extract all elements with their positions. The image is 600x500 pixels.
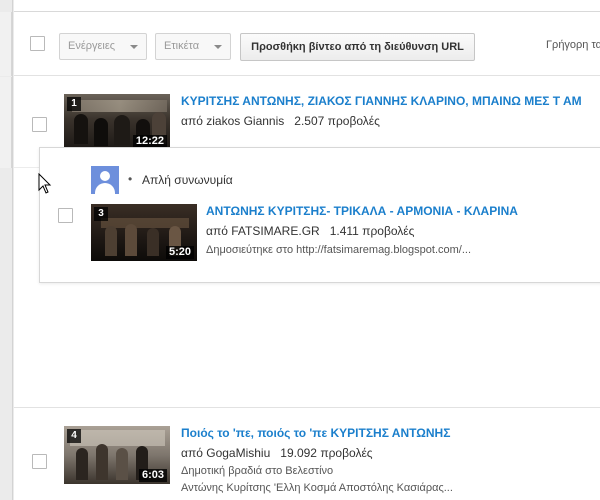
quick-add-label[interactable]: Γρήγορη τα xyxy=(546,39,600,51)
video-meta: από ziakos Giannis 2.507 προβολές xyxy=(181,114,380,128)
video-title-link[interactable]: ΚΥΡΙΤΣΗΣ ΑΝΤΩΝΗΣ, ΖΙΑΚΟΣ ΓΙΑΝΝΗΣ ΚΛΑΡΙΝΟ… xyxy=(181,94,600,108)
top-strip xyxy=(14,0,600,12)
video-thumbnail[interactable]: 3 5:20 xyxy=(91,204,197,261)
video-description: Δημοσιεύτηκε στο http://fatsimaremag.blo… xyxy=(206,244,472,256)
by-prefix: από xyxy=(181,446,203,460)
uploader-link[interactable]: GogaMishiu xyxy=(206,446,270,460)
playlist-position: 4 xyxy=(67,429,81,443)
video-meta: από GogaMishiu 19.092 προβολές xyxy=(181,446,373,460)
video-duration: 5:20 xyxy=(165,246,194,259)
chevron-down-icon xyxy=(130,45,138,49)
video-title-link[interactable]: Ποιός το 'πε, ποιός το 'πε ΚΥΡΙΤΣΗΣ ΑΝΤΩ… xyxy=(181,426,600,440)
video-description: Αντώνης Κυρίτσης 'Ελλη Κοσμά Αποστόλης Κ… xyxy=(181,482,453,494)
tags-dropdown-label: Ετικέτα xyxy=(164,40,200,52)
row-checkbox[interactable] xyxy=(58,208,73,223)
by-prefix: από xyxy=(206,224,228,238)
uploader-link[interactable]: FATSIMARE.GR xyxy=(231,224,319,238)
tags-dropdown[interactable]: Ετικέτα xyxy=(155,33,231,60)
playlist-position: 3 xyxy=(94,207,108,221)
avatar-body xyxy=(95,183,115,194)
view-count: 1.411 προβολές xyxy=(329,224,415,238)
mouse-pointer-icon xyxy=(38,173,52,194)
video-duration: 6:03 xyxy=(138,469,167,482)
uploader-link[interactable]: ziakos Giannis xyxy=(206,114,284,128)
video-description: Δημοτική βραδιά στο Βελεστίνο xyxy=(181,465,334,477)
by-prefix: από xyxy=(181,114,203,128)
select-all-checkbox[interactable] xyxy=(30,36,45,51)
chevron-down-icon xyxy=(214,45,222,49)
playlist-row[interactable]: 4 6:03 Ποιός το 'πε, ποιός το 'πε ΚΥΡΙΤΣ… xyxy=(14,409,600,500)
gutter-segment xyxy=(0,77,12,168)
playlist-position: 1 xyxy=(67,97,81,111)
actions-dropdown[interactable]: Ενέργειες xyxy=(59,33,147,60)
gutter-segment xyxy=(0,12,12,76)
popup-label: Απλή συνωνυμία xyxy=(142,173,233,187)
video-title-link[interactable]: ΑΝΤΩΝΗΣ ΚΥΡΙΤΣΗΣ- ΤΡΙΚΑΛΑ - ΑΡΜΟΝΙΑ - ΚΛ… xyxy=(206,204,600,218)
view-count: 19.092 προβολές xyxy=(280,446,373,460)
gutter-divider xyxy=(12,0,13,500)
row-checkbox[interactable] xyxy=(32,117,47,132)
actions-dropdown-label: Ενέργειες xyxy=(68,40,116,52)
user-avatar xyxy=(91,166,119,194)
row-checkbox[interactable] xyxy=(32,454,47,469)
view-count: 2.507 προβολές xyxy=(294,114,380,128)
left-gutter xyxy=(0,0,14,500)
video-thumbnail[interactable]: 1 12:22 xyxy=(64,94,170,150)
avatar-head xyxy=(100,171,110,181)
playlist-toolbar: Ενέργειες Ετικέτα Προσθήκη βίντεο από τη… xyxy=(14,12,600,76)
add-video-from-url-button[interactable]: Προσθήκη βίντεο από τη διεύθυνση URL xyxy=(240,33,475,61)
dragged-video-card[interactable]: • Απλή συνωνυμία 3 5:20 ΑΝΤΩΝΗΣ ΚΥΡΙΤΣΗΣ… xyxy=(39,147,600,283)
bullet: • xyxy=(128,172,133,186)
video-meta: από FATSIMARE.GR 1.411 προβολές xyxy=(206,224,414,238)
video-thumbnail[interactable]: 4 6:03 xyxy=(64,426,170,484)
